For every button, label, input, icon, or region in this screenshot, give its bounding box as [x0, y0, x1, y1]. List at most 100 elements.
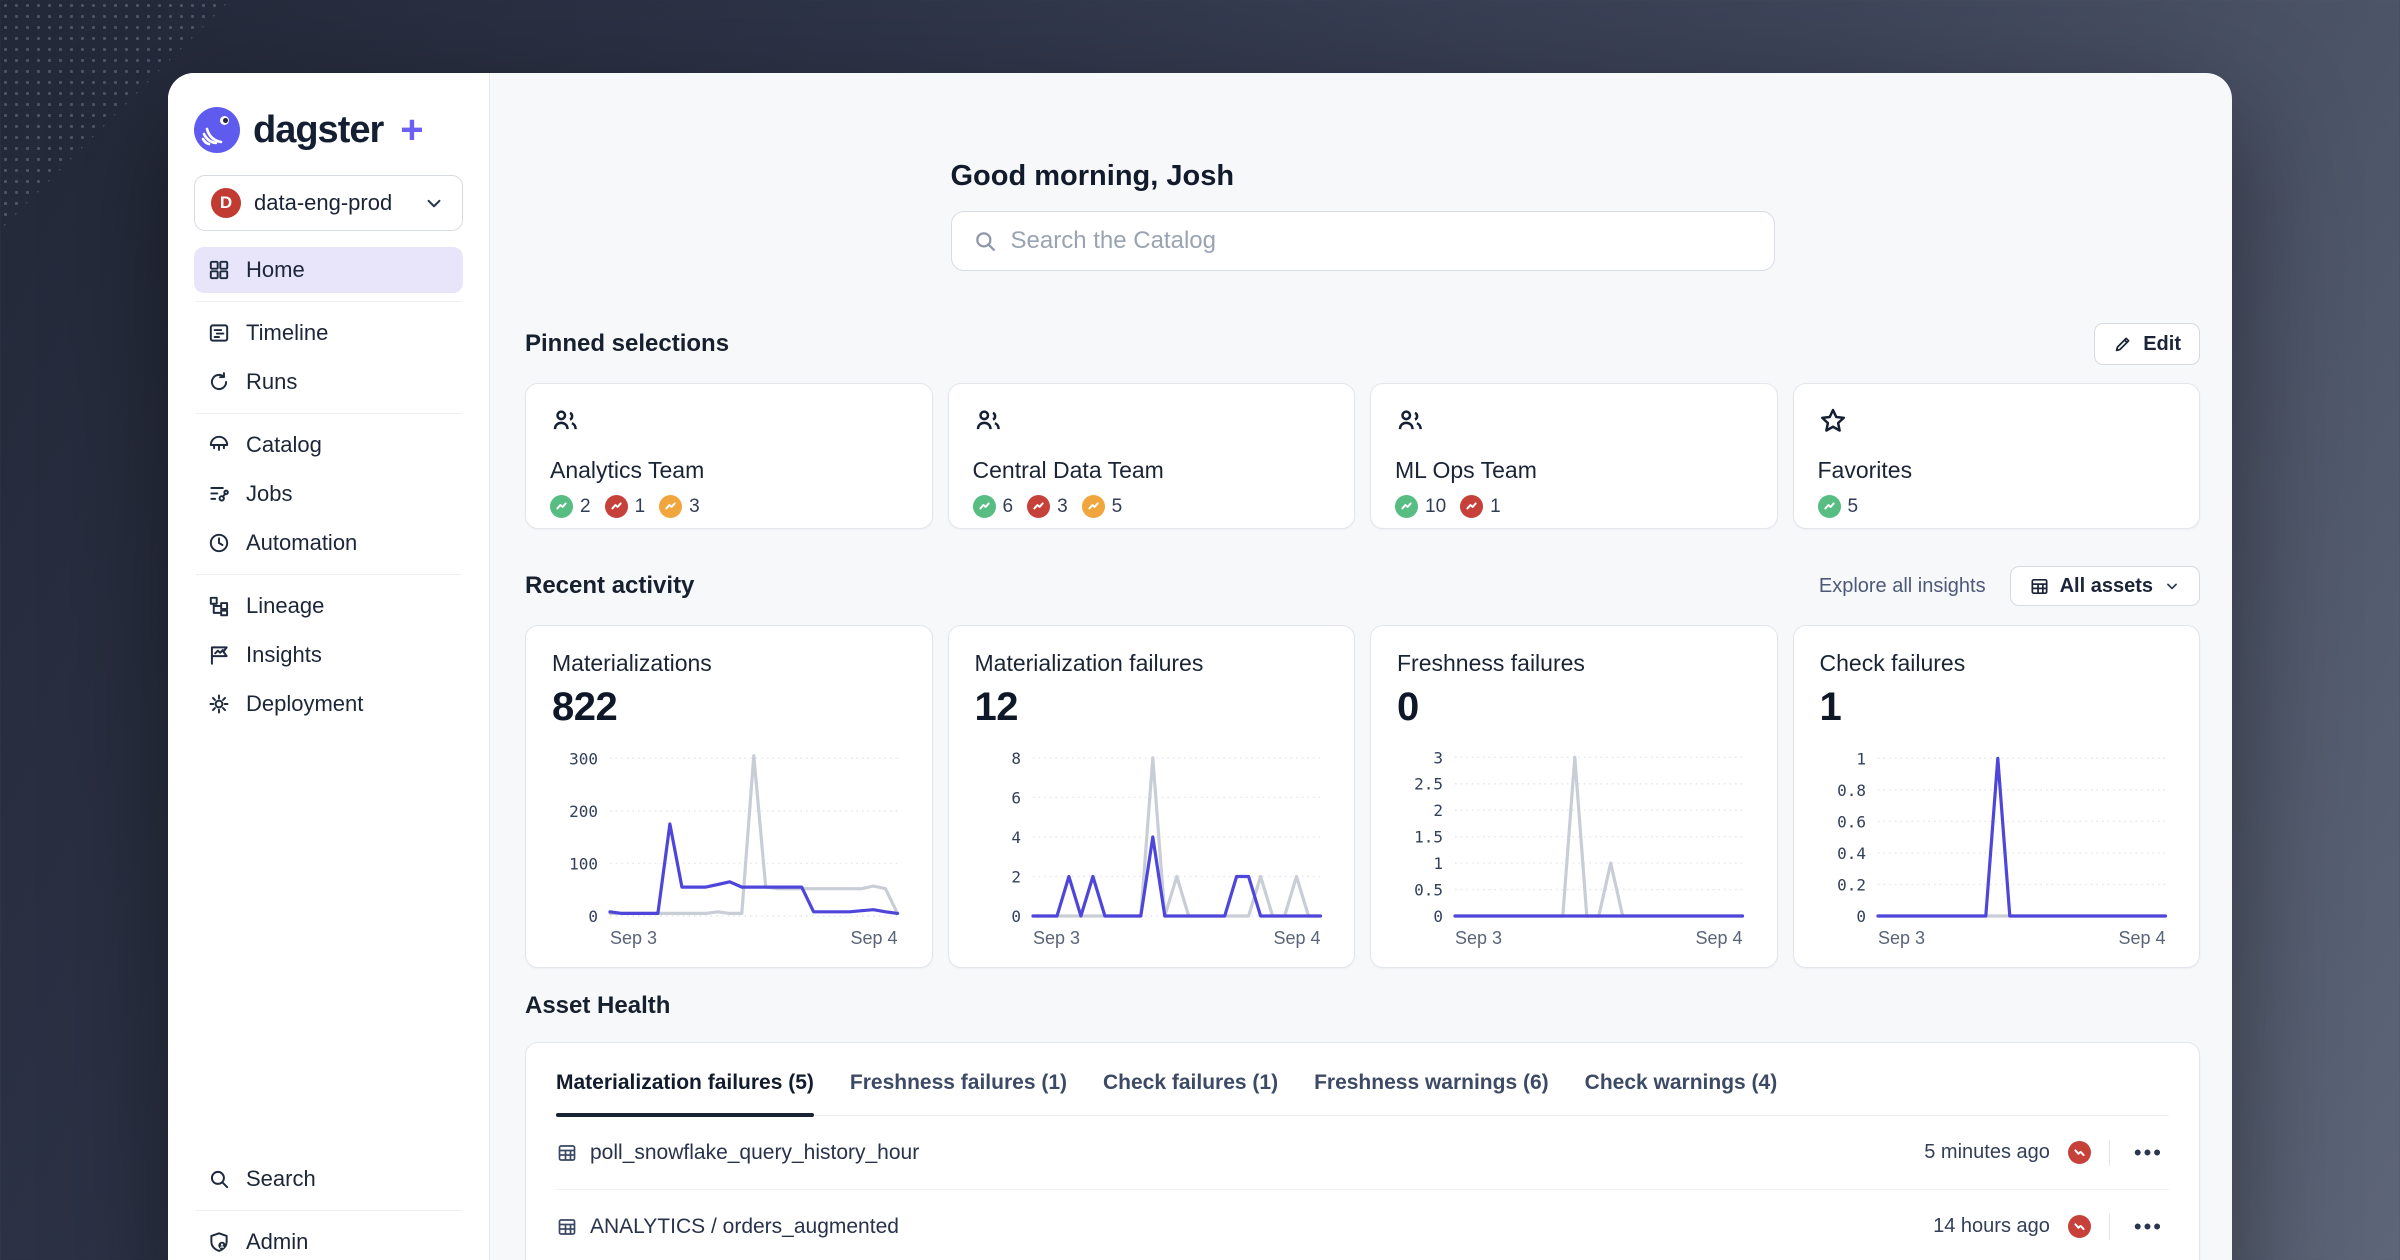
catalog-icon: [207, 433, 231, 457]
sidebar-item-automation[interactable]: Automation: [194, 520, 463, 566]
pinned-card-ml-ops-team[interactable]: ML Ops Team 10 1: [1370, 383, 1778, 529]
asset-status-badge-failure: 3: [1027, 495, 1068, 518]
sidebar-item-insights[interactable]: Insights: [194, 632, 463, 678]
sidebar-divider: [196, 574, 461, 575]
asset-table-icon: [556, 1142, 578, 1164]
workspace-selector[interactable]: D data-eng-prod: [194, 175, 463, 231]
pinned-cards: Analytics Team 213 Central Data Team 635…: [525, 383, 2200, 529]
pinned-card-central-data-team[interactable]: Central Data Team 635: [948, 383, 1356, 529]
catalog-search-input[interactable]: [1011, 227, 1754, 255]
row-menu-button[interactable]: •••: [2128, 1136, 2169, 1170]
status-badges: 635: [973, 495, 1331, 518]
timeline-icon: [207, 321, 231, 345]
pinned-card-title: Favorites: [1818, 457, 2176, 484]
svg-text:1: 1: [1856, 749, 1866, 768]
failure-status-icon: [605, 495, 628, 518]
search-icon: [207, 1167, 231, 1191]
tab-freshness-failures[interactable]: Freshness failures (1): [850, 1043, 1067, 1115]
metric-value: 12: [975, 685, 1329, 730]
asset-table-icon: [556, 1216, 578, 1238]
pinned-card-analytics-team[interactable]: Analytics Team 213: [525, 383, 933, 529]
materializations-chart: 0100200300Sep 3Sep 4: [552, 742, 906, 948]
svg-text:0: 0: [1856, 907, 1866, 926]
jobs-icon: [207, 482, 231, 506]
svg-text:0.8: 0.8: [1837, 781, 1866, 800]
badge-count: 5: [1112, 496, 1123, 518]
sidebar-item-timeline[interactable]: Timeline: [194, 310, 463, 356]
search-icon: [972, 228, 998, 254]
asset-status-badge-success: 2: [550, 495, 591, 518]
sidebar-item-catalog[interactable]: Catalog: [194, 422, 463, 468]
metric-value: 822: [552, 685, 906, 730]
tab-freshness-warnings[interactable]: Freshness warnings (6): [1314, 1043, 1549, 1115]
catalog-search-bar[interactable]: [951, 211, 1775, 271]
dagster-logo: dagster +: [194, 107, 463, 153]
sidebar-item-deployment[interactable]: Deployment: [194, 681, 463, 727]
workspace-avatar: D: [211, 188, 241, 218]
team-icon: [1395, 406, 1425, 436]
team-icon: [973, 406, 1003, 436]
table-icon: [2029, 576, 2050, 597]
edit-pinned-button[interactable]: Edit: [2094, 323, 2200, 365]
home-grid-icon: [207, 258, 231, 282]
sidebar-item-label: Runs: [246, 369, 297, 395]
pinned-card-favorites[interactable]: Favorites 5: [1793, 383, 2201, 529]
chart-card-freshness-failures[interactable]: Freshness failures 0 00.511.522.53Sep 3S…: [1370, 625, 1778, 968]
lineage-icon: [207, 594, 231, 618]
asset-row[interactable]: poll_snowflake_query_history_hour 5 minu…: [556, 1116, 2169, 1190]
status-badges: 5: [1818, 495, 2176, 518]
svg-text:Sep 4: Sep 4: [2118, 928, 2165, 948]
failure-status-icon: [1460, 495, 1483, 518]
sidebar-item-search[interactable]: Search: [194, 1156, 463, 1202]
svg-text:Sep 3: Sep 3: [1878, 928, 1925, 948]
sidebar-item-lineage[interactable]: Lineage: [194, 583, 463, 629]
svg-text:0.4: 0.4: [1837, 844, 1866, 863]
svg-text:Sep 3: Sep 3: [610, 928, 657, 948]
chart-card-check-failures[interactable]: Check failures 1 00.20.40.60.81Sep 3Sep …: [1793, 625, 2201, 968]
sidebar-item-home[interactable]: Home: [194, 247, 463, 293]
sidebar-item-admin[interactable]: Admin: [194, 1219, 463, 1260]
pinned-card-title: Central Data Team: [973, 457, 1331, 484]
asset-row[interactable]: ANALYTICS / orders_augmented 14 hours ag…: [556, 1190, 2169, 1260]
sidebar-item-label: Jobs: [246, 481, 292, 507]
svg-text:6: 6: [1011, 788, 1021, 807]
row-menu-button[interactable]: •••: [2128, 1210, 2169, 1244]
svg-text:0.2: 0.2: [1837, 875, 1866, 894]
gear-icon: [207, 692, 231, 716]
sidebar-item-label: Search: [246, 1166, 316, 1192]
sidebar-item-runs[interactable]: Runs: [194, 359, 463, 405]
chevron-down-icon: [422, 191, 446, 215]
chevron-down-icon: [2163, 577, 2181, 595]
asset-time: 5 minutes ago: [1924, 1141, 2050, 1164]
badge-count: 1: [635, 496, 646, 518]
tab-materialization-failures[interactable]: Materialization failures (5): [556, 1043, 814, 1115]
asset-status-badge-success: 10: [1395, 495, 1446, 518]
sidebar-item-label: Insights: [246, 642, 322, 668]
sidebar-item-jobs[interactable]: Jobs: [194, 471, 463, 517]
chart-card-materializations[interactable]: Materializations 822 0100200300Sep 3Sep …: [525, 625, 933, 968]
asset-name[interactable]: poll_snowflake_query_history_hour: [590, 1141, 919, 1165]
success-status-icon: [550, 495, 573, 518]
svg-text:Sep 3: Sep 3: [1033, 928, 1080, 948]
chart-card-materialization-failures[interactable]: Materialization failures 12 02468Sep 3Se…: [948, 625, 1356, 968]
recent-activity-title: Recent activity: [525, 572, 694, 600]
tab-check-failures[interactable]: Check failures (1): [1103, 1043, 1278, 1115]
explore-all-insights-link[interactable]: Explore all insights: [1819, 575, 1986, 598]
svg-text:0: 0: [1011, 907, 1021, 926]
tab-check-warnings[interactable]: Check warnings (4): [1585, 1043, 1778, 1115]
workspace-name: data-eng-prod: [254, 190, 409, 216]
sidebar-item-label: Automation: [246, 530, 357, 556]
success-status-icon: [1818, 495, 1841, 518]
svg-text:Sep 4: Sep 4: [1695, 928, 1742, 948]
brand-name: dagster: [253, 109, 383, 152]
badge-count: 10: [1425, 496, 1446, 518]
svg-text:Sep 3: Sep 3: [1455, 928, 1502, 948]
asset-name[interactable]: ANALYTICS / orders_augmented: [590, 1215, 899, 1239]
pinned-card-title: ML Ops Team: [1395, 457, 1753, 484]
warning-status-icon: [659, 495, 682, 518]
check-failures-chart: 00.20.40.60.81Sep 3Sep 4: [1820, 742, 2174, 948]
sidebar-item-label: Home: [246, 257, 305, 283]
all-assets-dropdown[interactable]: All assets: [2010, 566, 2200, 606]
asset-status-badge-failure: 1: [1460, 495, 1501, 518]
pencil-icon: [2113, 334, 2133, 354]
